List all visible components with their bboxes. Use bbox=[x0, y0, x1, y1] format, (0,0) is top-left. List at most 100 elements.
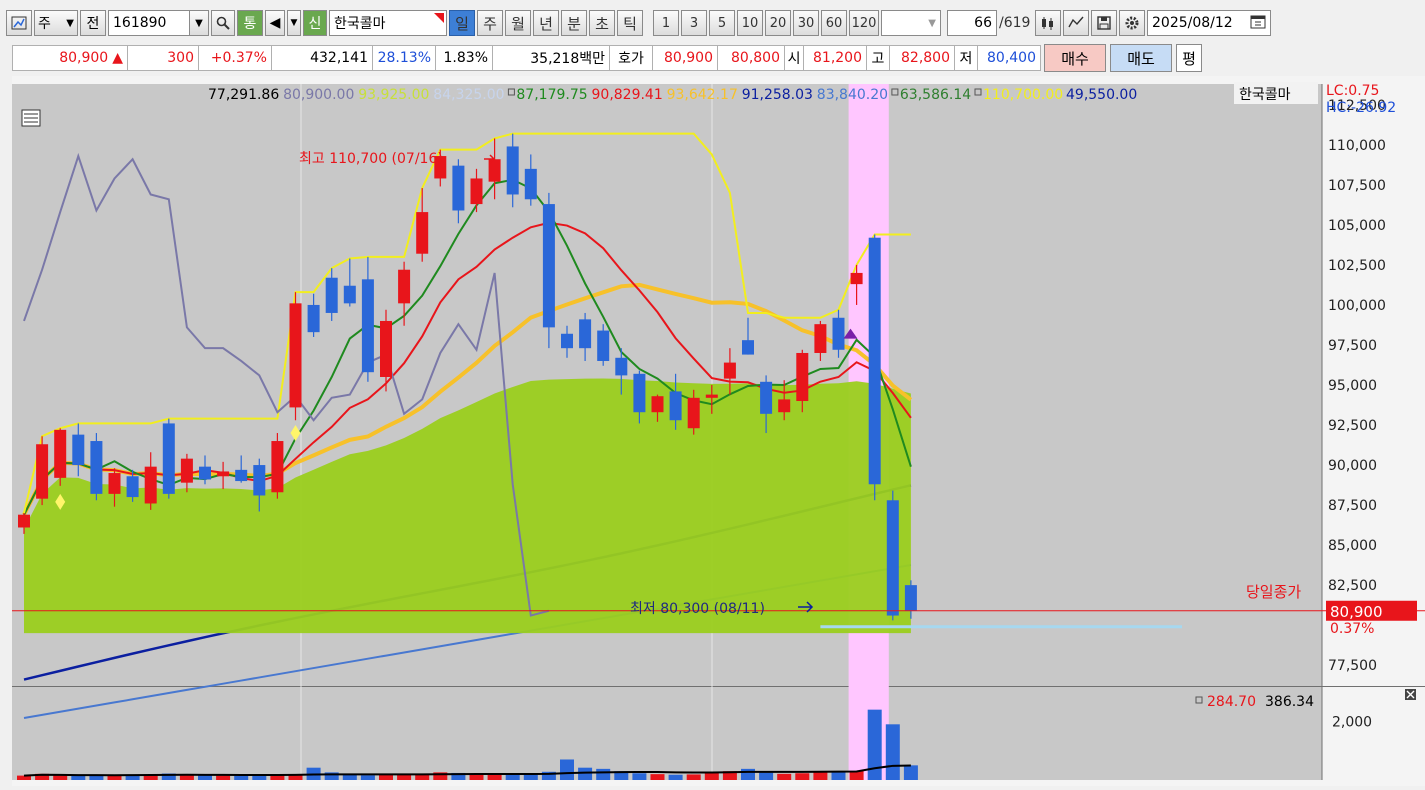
volume-bar bbox=[650, 774, 665, 780]
candle-body bbox=[398, 269, 411, 304]
save-icon[interactable] bbox=[1091, 10, 1117, 36]
interval-button-20[interactable]: 20 bbox=[765, 10, 791, 36]
tong-button[interactable]: 통 bbox=[237, 10, 263, 36]
interval-button-3[interactable]: 3 bbox=[681, 10, 707, 36]
quote-bar: 80,900 ▲ 300 +0.37% 432,141 28.13% 1.83%… bbox=[0, 42, 1425, 74]
chart-area[interactable]: 112,500 110,000 107,500 105,000 102,500 100,0… bbox=[12, 76, 1425, 786]
period-tab-week[interactable]: 주 bbox=[477, 10, 503, 36]
candle-body bbox=[235, 469, 248, 482]
stock-name-field[interactable]: 한국콜마 bbox=[329, 10, 447, 36]
period-tab-year[interactable]: 년 bbox=[533, 10, 559, 36]
volume-bar bbox=[903, 765, 918, 780]
period-tab-month[interactable]: 월 bbox=[505, 10, 531, 36]
candle-body bbox=[850, 272, 863, 285]
gear-icon[interactable] bbox=[1119, 10, 1145, 36]
interval-button-30[interactable]: 30 bbox=[793, 10, 819, 36]
y-tick-label: 110,000 bbox=[1328, 138, 1386, 154]
candle-body bbox=[18, 514, 30, 528]
legend-value: 77,291.86 bbox=[208, 87, 279, 103]
interval-dropdown[interactable]: ▼ bbox=[881, 10, 941, 36]
candle-body bbox=[814, 324, 827, 353]
high-label: 고 bbox=[866, 45, 890, 71]
legend-value: 93,925.00 bbox=[358, 87, 429, 103]
candle bbox=[289, 292, 302, 421]
volume-legend-value: 284.70 bbox=[1207, 694, 1256, 710]
speaker-icon[interactable]: ◀ bbox=[265, 10, 285, 36]
candle-body bbox=[597, 330, 610, 361]
period-tab-minute[interactable]: 분 bbox=[561, 10, 587, 36]
chevron-down-icon: ▼ bbox=[928, 17, 936, 29]
volume-bar bbox=[505, 774, 520, 780]
chevron-down-icon[interactable]: ▼ bbox=[287, 10, 301, 36]
price-chart[interactable]: 112,500110,000107,500105,000102,500100,0… bbox=[12, 76, 1425, 786]
legend-stock-name: 한국콜마 bbox=[1239, 87, 1291, 103]
interval-button-5[interactable]: 5 bbox=[709, 10, 735, 36]
volume-bar bbox=[668, 774, 683, 780]
chart-type-dropdown[interactable]: 주 ▼ bbox=[34, 10, 78, 36]
credit-badge[interactable]: 신 bbox=[303, 10, 327, 36]
candle-body bbox=[325, 277, 338, 313]
candle-style-icon[interactable] bbox=[1035, 10, 1061, 36]
crosshair-tool-icon bbox=[21, 109, 41, 127]
candle-body bbox=[615, 357, 628, 376]
date-input[interactable]: 2025/08/12 bbox=[1147, 10, 1271, 36]
candle-body bbox=[217, 471, 230, 477]
legend-value: 63,586.14 bbox=[900, 87, 971, 103]
up-arrow-icon: ▲ bbox=[112, 50, 123, 66]
lc-label: LC:0.75 bbox=[1326, 83, 1379, 99]
count-input[interactable]: 66 bbox=[947, 10, 997, 36]
candle bbox=[36, 436, 49, 506]
interval-button-1[interactable]: 1 bbox=[653, 10, 679, 36]
candle-body bbox=[90, 441, 103, 494]
candle-body bbox=[108, 473, 121, 494]
candle-body bbox=[343, 285, 356, 304]
prev-button[interactable]: 전 bbox=[80, 10, 106, 36]
high-annotation: 최고 110,700 (07/16) bbox=[299, 151, 443, 167]
candle-body bbox=[886, 500, 899, 616]
volume-bar bbox=[813, 771, 828, 780]
candle-body bbox=[832, 317, 845, 350]
stock-code-input[interactable]: 161890 bbox=[108, 10, 190, 36]
chevron-down-icon: ▼ bbox=[66, 17, 74, 29]
calendar-icon[interactable] bbox=[1250, 14, 1266, 33]
candle-body bbox=[253, 465, 266, 496]
chart-settings-icon[interactable] bbox=[6, 10, 32, 36]
period-tab-second[interactable]: 초 bbox=[589, 10, 615, 36]
volume-bar bbox=[360, 775, 375, 780]
period-tab-tick[interactable]: 틱 bbox=[617, 10, 643, 36]
search-icon[interactable] bbox=[211, 10, 235, 36]
interval-button-60[interactable]: 60 bbox=[821, 10, 847, 36]
legend-value: 110,700.00 bbox=[983, 87, 1063, 103]
volume-bar bbox=[216, 775, 231, 780]
buy-button[interactable]: 매수 bbox=[1044, 44, 1106, 72]
interval-button-120[interactable]: 120 bbox=[849, 10, 879, 36]
volume-bar bbox=[560, 759, 574, 780]
candle-body bbox=[705, 394, 718, 398]
volume-plot-background bbox=[12, 687, 1322, 780]
legend-value: 83,840.20 bbox=[817, 87, 888, 103]
volume-legend-value: 386.34 bbox=[1265, 694, 1314, 710]
line-tool-icon[interactable] bbox=[1063, 10, 1089, 36]
legend-value: 87,179.75 bbox=[516, 87, 587, 103]
close-pane-icon[interactable] bbox=[1405, 689, 1416, 700]
candle-body bbox=[180, 458, 193, 483]
volume-bar bbox=[71, 775, 86, 780]
y-tick-label: 82,500 bbox=[1328, 578, 1377, 594]
period-tab-day[interactable]: 일 bbox=[449, 10, 475, 36]
candle bbox=[886, 490, 899, 621]
eval-button[interactable]: 평 bbox=[1176, 44, 1202, 72]
candle-body bbox=[742, 340, 754, 355]
candle bbox=[162, 418, 175, 499]
y-tick-label: 87,500 bbox=[1328, 498, 1377, 514]
candle-body bbox=[380, 320, 392, 377]
current-price: 80,900 ▲ bbox=[12, 45, 128, 71]
interval-button-10[interactable]: 10 bbox=[737, 10, 763, 36]
volume-bar bbox=[885, 724, 900, 780]
sell-button[interactable]: 매도 bbox=[1110, 44, 1172, 72]
candle-body bbox=[651, 396, 664, 413]
y-tick-label: 97,500 bbox=[1328, 338, 1377, 354]
candle bbox=[54, 428, 67, 486]
chart-toolbar: 주 ▼ 전 161890 ▼ 통 ◀ ▼ 신 한국콜마 일 주 월 년 분 초 … bbox=[0, 4, 1425, 42]
chevron-down-icon[interactable]: ▼ bbox=[189, 10, 209, 36]
candle-body bbox=[542, 204, 555, 328]
